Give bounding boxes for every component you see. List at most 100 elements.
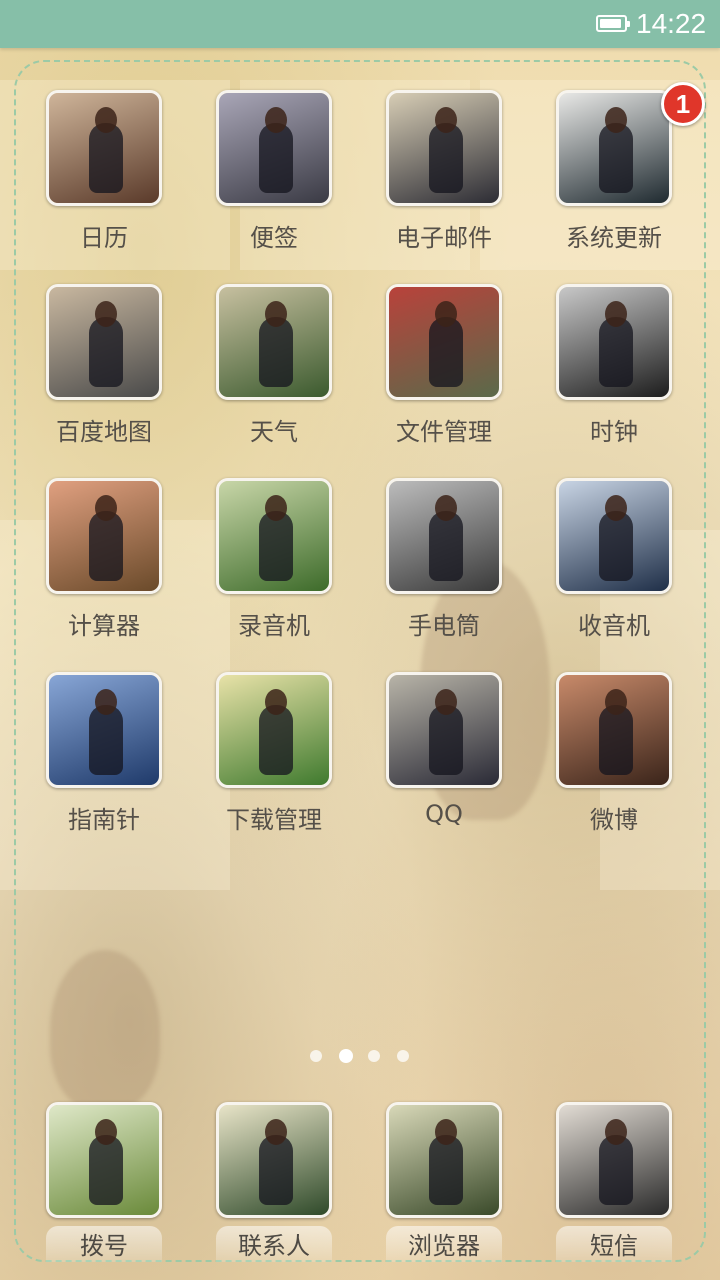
app-1[interactable]: 便签 (187, 90, 347, 270)
photo-figure-head (605, 689, 627, 715)
photo-figure (89, 511, 123, 581)
app-13[interactable]: 下载管理 (187, 672, 347, 852)
app-5[interactable]: 天气 (187, 284, 347, 464)
photo-figure-head (95, 301, 117, 327)
dock-app-label: 短信 (556, 1226, 672, 1262)
app-icon[interactable] (46, 284, 162, 400)
dock-app-label: 浏览器 (386, 1226, 502, 1262)
photo-figure (259, 511, 293, 581)
battery-icon (596, 15, 630, 32)
app-label: 下载管理 (226, 806, 322, 834)
app-6[interactable]: 文件管理 (357, 284, 517, 464)
page-dot[interactable] (310, 1050, 322, 1062)
photo-figure (429, 511, 463, 581)
photo-figure (599, 317, 633, 387)
dock-app-icon[interactable] (216, 1102, 332, 1218)
app-icon[interactable] (386, 478, 502, 594)
app-label: 微博 (590, 806, 638, 834)
dock-app-icon[interactable] (46, 1102, 162, 1218)
app-14[interactable]: QQ (357, 672, 517, 852)
dock-app-label: 联系人 (216, 1226, 332, 1262)
app-icon[interactable] (386, 672, 502, 788)
dock-app-icon[interactable] (556, 1102, 672, 1218)
app-label: 系统更新 (566, 224, 662, 252)
photo-figure-head (95, 107, 117, 133)
app-label: 文件管理 (396, 418, 492, 446)
photo-figure (429, 123, 463, 193)
app-label: 百度地图 (56, 418, 152, 446)
photo-figure-head (435, 689, 457, 715)
app-0[interactable]: 日历 (17, 90, 177, 270)
app-label: 时钟 (590, 418, 638, 446)
page-dot-active[interactable] (339, 1049, 353, 1063)
app-2[interactable]: 电子邮件 (357, 90, 517, 270)
photo-figure (89, 123, 123, 193)
app-3[interactable]: 系统更新 1 (527, 82, 705, 270)
photo-figure-head (605, 107, 627, 133)
app-label: 便签 (250, 224, 298, 252)
app-9[interactable]: 录音机 (187, 478, 347, 658)
photo-figure (259, 317, 293, 387)
page-dot[interactable] (368, 1050, 380, 1062)
app-7[interactable]: 时钟 (527, 284, 687, 464)
app-icon[interactable] (216, 284, 332, 400)
app-10[interactable]: 手电筒 (357, 478, 517, 658)
photo-figure (89, 317, 123, 387)
app-label: 日历 (80, 224, 128, 252)
dock-app-2[interactable]: 浏览器 (357, 1102, 517, 1262)
photo-figure-head (95, 689, 117, 715)
photo-figure (599, 511, 633, 581)
app-label: 电子邮件 (396, 224, 492, 252)
app-icon[interactable] (556, 284, 672, 400)
photo-figure-head (265, 301, 287, 327)
app-label: 手电筒 (408, 612, 480, 640)
app-label: 收音机 (578, 612, 650, 640)
dock-app-3[interactable]: 短信 (527, 1102, 687, 1262)
photo-figure-head (435, 301, 457, 327)
app-icon[interactable] (46, 90, 162, 206)
photo-figure-head (435, 1119, 457, 1145)
app-icon[interactable] (556, 478, 672, 594)
app-label: 指南针 (68, 806, 140, 834)
status-bar: 14:22 (0, 0, 720, 48)
photo-figure (259, 1135, 293, 1205)
app-label: QQ (425, 800, 463, 828)
dock-app-label: 拨号 (46, 1226, 162, 1262)
photo-figure-head (265, 107, 287, 133)
app-12[interactable]: 指南针 (17, 672, 177, 852)
app-icon[interactable] (46, 478, 162, 594)
photo-figure (429, 1135, 463, 1205)
photo-figure-head (265, 1119, 287, 1145)
app-icon[interactable] (216, 478, 332, 594)
app-8[interactable]: 计算器 (17, 478, 177, 658)
photo-figure (599, 123, 633, 193)
photo-figure-head (435, 495, 457, 521)
photo-figure (599, 1135, 633, 1205)
photo-figure (259, 123, 293, 193)
dock-app-1[interactable]: 联系人 (187, 1102, 347, 1262)
photo-figure (429, 705, 463, 775)
app-icon[interactable] (46, 672, 162, 788)
app-11[interactable]: 收音机 (527, 478, 687, 658)
app-icon[interactable] (386, 284, 502, 400)
page-indicator (310, 1049, 410, 1064)
app-icon[interactable] (216, 90, 332, 206)
app-icon[interactable] (556, 90, 672, 206)
photo-figure-head (605, 301, 627, 327)
photo-figure-head (435, 107, 457, 133)
photo-figure-head (95, 495, 117, 521)
app-label: 录音机 (238, 612, 310, 640)
app-icon[interactable] (386, 90, 502, 206)
photo-figure-head (265, 689, 287, 715)
photo-figure (429, 317, 463, 387)
dock-app-icon[interactable] (386, 1102, 502, 1218)
dock-app-0[interactable]: 拨号 (17, 1102, 177, 1262)
photo-figure-head (95, 1119, 117, 1145)
app-label: 天气 (250, 418, 298, 446)
photo-figure-head (265, 495, 287, 521)
app-icon[interactable] (556, 672, 672, 788)
app-15[interactable]: 微博 (527, 672, 687, 852)
app-4[interactable]: 百度地图 (17, 284, 177, 464)
page-dot[interactable] (397, 1050, 409, 1062)
app-icon[interactable] (216, 672, 332, 788)
